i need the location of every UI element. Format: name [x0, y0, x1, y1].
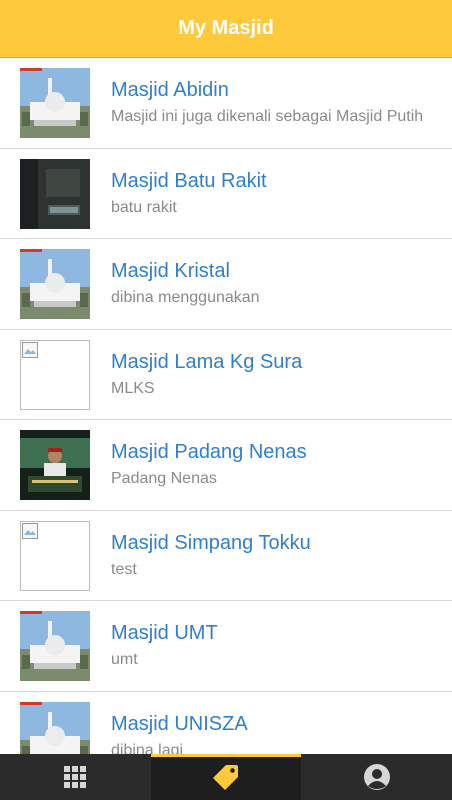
- masjid-description: test: [111, 560, 137, 578]
- mosque-thumbnail: [20, 701, 90, 754]
- masjid-name: Masjid UNISZA: [111, 712, 248, 735]
- page-title: My Masjid: [178, 17, 274, 39]
- speaker-thumbnail: [20, 430, 90, 500]
- masjid-description: dibina menggunakan: [111, 289, 260, 306]
- list-item[interactable]: Masjid Lama Kg Sura MLKS: [0, 330, 452, 420]
- tab-tags[interactable]: [150, 754, 302, 800]
- masjid-list[interactable]: Masjid Abidin Masjid ini juga dikenali s…: [0, 58, 452, 754]
- masjid-description: dibina lagi: [111, 741, 184, 755]
- mosque-thumbnail: [20, 249, 90, 319]
- list-item[interactable]: Masjid Abidin Masjid ini juga dikenali s…: [0, 58, 452, 149]
- masjid-name: Masjid Lama Kg Sura: [111, 350, 303, 373]
- masjid-name: Masjid Batu Rakit: [111, 169, 267, 192]
- broken-image-thumbnail: [20, 339, 90, 410]
- tag-icon: [213, 765, 238, 790]
- list-item[interactable]: Masjid Kristal dibina menggunakan: [0, 239, 452, 330]
- masjid-name: Masjid UMT: [111, 622, 218, 644]
- masjid-description: umt: [111, 651, 138, 668]
- grid-icon: [64, 766, 87, 788]
- mosque-thumbnail: [20, 611, 90, 681]
- list-item[interactable]: Masjid Padang Nenas Padang Nenas: [0, 420, 452, 511]
- masjid-description: MLKS: [111, 379, 155, 397]
- masjid-description: batu rakit: [111, 198, 177, 216]
- masjid-description: Masjid ini juga dikenali sebagai Masjid …: [111, 108, 424, 125]
- mosque-thumbnail: [20, 68, 90, 138]
- list-item[interactable]: Masjid Simpang Tokku test: [0, 511, 452, 601]
- masjid-description: Padang Nenas: [111, 470, 217, 487]
- masjid-name: Masjid Simpang Tokku: [111, 531, 311, 554]
- masjid-name: Masjid Abidin: [111, 79, 229, 101]
- broken-image-icon: [22, 522, 38, 539]
- app-header: My Masjid: [0, 0, 452, 58]
- masjid-name: Masjid Padang Nenas: [111, 441, 307, 463]
- list-item[interactable]: Masjid UMT umt: [0, 601, 452, 692]
- list-item[interactable]: Masjid Batu Rakit batu rakit: [0, 149, 452, 239]
- list-item[interactable]: Masjid UNISZA dibina lagi: [0, 692, 452, 755]
- bottom-tab-bar: [0, 754, 452, 800]
- broken-image-thumbnail: [20, 520, 90, 591]
- dark-thumbnail: [20, 158, 90, 229]
- profile-icon: [363, 764, 390, 790]
- tab-profile[interactable]: [301, 754, 452, 800]
- broken-image-icon: [22, 341, 38, 358]
- tab-grid[interactable]: [0, 754, 151, 800]
- masjid-name: Masjid Kristal: [111, 260, 230, 282]
